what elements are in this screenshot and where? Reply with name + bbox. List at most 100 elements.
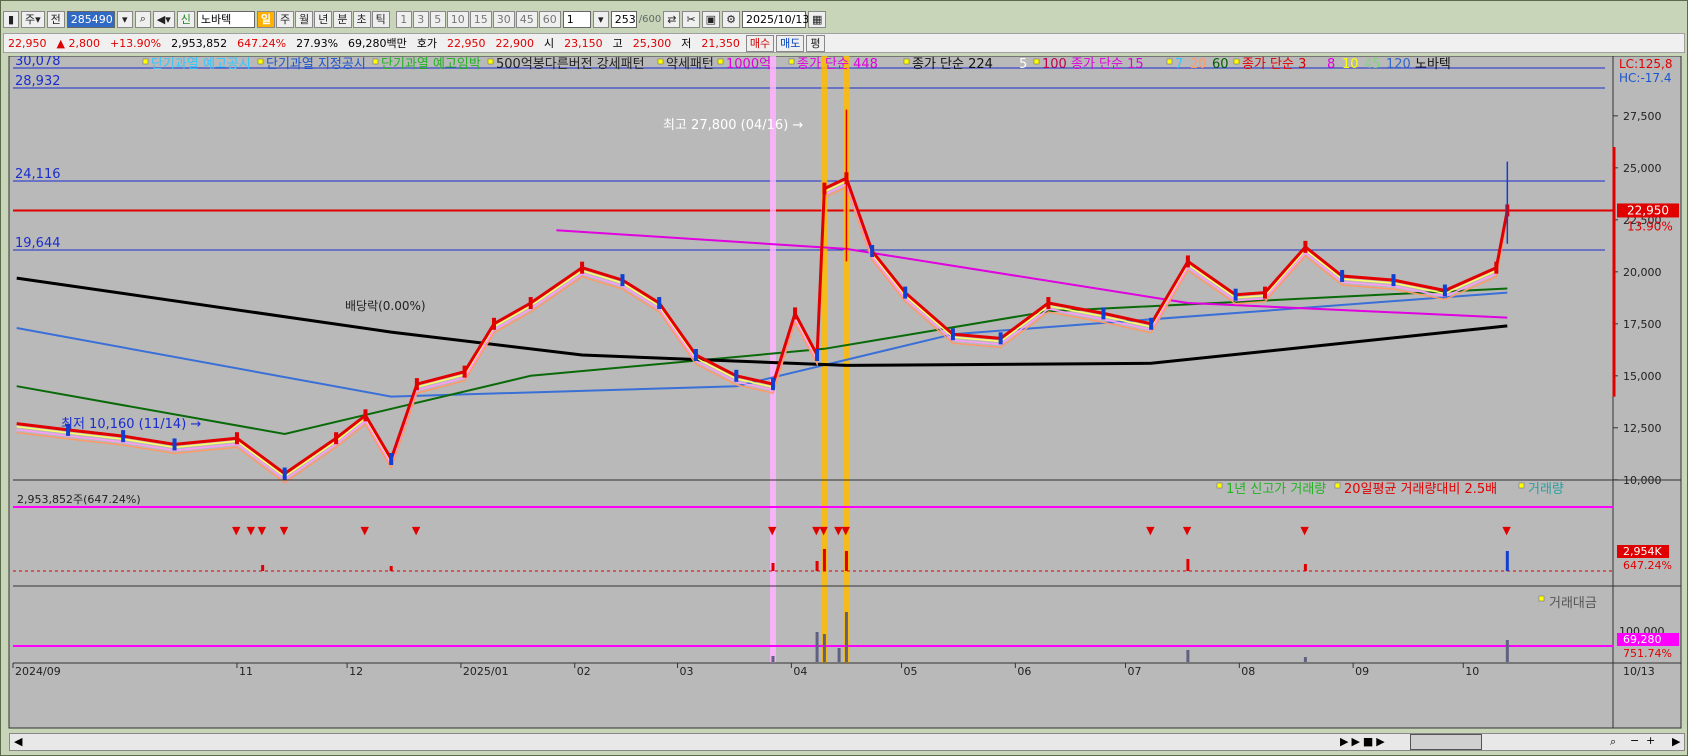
- price-tag-percent: 13.90%: [1627, 219, 1673, 233]
- high-label: 고: [612, 37, 623, 50]
- indicator-legend: 단기과열 예고공시 단기과열 지정공시 단기과열 예고임박 500억봉다른버전 강세패…: [142, 57, 1451, 72]
- calendar-icon[interactable]: ▦: [807, 10, 827, 28]
- market-select[interactable]: 주 ▾: [21, 10, 45, 28]
- open-price: 23,150: [564, 36, 603, 50]
- x-tick-label: 08: [1241, 665, 1255, 678]
- chart-scrollbar[interactable]: ◀ ▶▶■▶ ⌕ − + ▶: [9, 733, 1685, 751]
- minute-button-10[interactable]: 10: [446, 10, 469, 28]
- playback-controls-icon[interactable]: ▶▶■▶: [1340, 735, 1388, 748]
- zoom-slider[interactable]: [1410, 734, 1482, 750]
- amount-bar: [1186, 650, 1190, 662]
- chart-area[interactable]: 30,07828,93224,11619,644 10,00012,50015,…: [5, 56, 1685, 756]
- volume-legend-item: 거래량: [1528, 482, 1564, 497]
- x-tick-label: 10: [1465, 665, 1479, 678]
- minute-button-30[interactable]: 30: [492, 10, 515, 28]
- legend-item: 100: [1042, 57, 1067, 72]
- legend-marker: [1518, 482, 1525, 489]
- interval-dropdown-icon[interactable]: ▾: [592, 10, 609, 28]
- amount-bar: [771, 656, 775, 662]
- candle: [793, 307, 798, 320]
- legend-marker: [903, 58, 910, 65]
- legend-item: 10: [1342, 57, 1359, 72]
- volume-bar: [822, 549, 826, 571]
- minute-button-3[interactable]: 3: [412, 10, 429, 28]
- candle: [1442, 284, 1447, 297]
- signal-arrow: ▼: [841, 524, 850, 537]
- open-label: 시: [544, 37, 555, 50]
- stock-name-field[interactable]: 노바텍: [196, 10, 255, 28]
- candle: [462, 365, 467, 378]
- date-input[interactable]: 2025/10/13: [741, 10, 809, 28]
- candle: [580, 261, 585, 274]
- minute-button-5[interactable]: 5: [429, 10, 446, 28]
- legend-marker: [257, 58, 264, 65]
- amount-bar: [837, 648, 841, 662]
- period-button-월[interactable]: 월: [295, 10, 314, 28]
- volume-tag-percent: 647.24%: [1623, 559, 1672, 572]
- volume-bar: [815, 561, 819, 571]
- code-dropdown-icon[interactable]: ▾: [116, 10, 133, 28]
- amount-bar: [1303, 657, 1307, 662]
- speaker-icon[interactable]: ◀▾: [152, 10, 175, 28]
- period-button-분[interactable]: 분: [333, 10, 352, 28]
- candle: [657, 297, 662, 310]
- candle: [234, 432, 239, 445]
- candle: [693, 349, 698, 362]
- candle: [389, 453, 394, 466]
- signal-arrow: ▼: [1146, 524, 1155, 537]
- ask-price: 22,900: [495, 36, 535, 50]
- amount-bar: [1505, 640, 1509, 662]
- period-button-년[interactable]: 년: [314, 10, 333, 28]
- legend-item: 500억봉다른버전 강세패턴: [496, 57, 645, 72]
- flat-button[interactable]: 평: [806, 34, 825, 52]
- candle: [620, 274, 625, 287]
- minute-button-60[interactable]: 60: [538, 10, 561, 28]
- zoom-out-icon[interactable]: −: [1630, 734, 1639, 747]
- buy-button[interactable]: 매수: [745, 34, 775, 52]
- candle: [998, 332, 1003, 345]
- settings-icon[interactable]: ⚙: [722, 10, 740, 28]
- event-highlight-bar: [821, 56, 828, 663]
- period-button-일[interactable]: 일: [256, 10, 276, 28]
- compare-icon[interactable]: ⇄: [663, 10, 681, 28]
- legend-item: 단기과열 지정공시: [266, 57, 366, 72]
- zoom-icon[interactable]: ⌕: [1610, 735, 1616, 749]
- level-label: 30,078: [15, 56, 61, 69]
- candle: [282, 467, 287, 480]
- volume-bar: [389, 566, 393, 571]
- scroll-left-icon[interactable]: ◀: [14, 735, 22, 748]
- bar-count-input[interactable]: 253: [610, 10, 637, 28]
- bid-label: 호가: [416, 37, 438, 50]
- chart-menu-icon[interactable]: ▮: [3, 10, 19, 28]
- turnover-rate: 27.93%: [296, 36, 339, 50]
- interval-input[interactable]: 1: [562, 10, 591, 28]
- legend-marker: [1334, 482, 1341, 489]
- period-button-틱[interactable]: 틱: [371, 10, 390, 28]
- x-tick-label: 09: [1355, 665, 1369, 678]
- period-button-초[interactable]: 초: [352, 10, 371, 28]
- candle: [1494, 261, 1499, 274]
- search-icon[interactable]: ⌕: [134, 10, 151, 28]
- x-tick-label: 02: [577, 665, 591, 678]
- legend-item: 단기과열 예고임박: [381, 57, 481, 72]
- lc-label: LC:125,8: [1619, 57, 1672, 71]
- amount-bar: [815, 632, 819, 662]
- minute-button-15[interactable]: 15: [469, 10, 492, 28]
- candle: [734, 369, 739, 382]
- y-tick-label: 15,000: [1623, 370, 1662, 383]
- minute-button-45[interactable]: 45: [515, 10, 538, 28]
- period-button-주[interactable]: 주: [276, 10, 295, 28]
- zoom-in-icon[interactable]: +: [1646, 734, 1655, 747]
- legend-marker: [142, 58, 149, 65]
- tools-icon[interactable]: ✂: [682, 10, 700, 28]
- stock-code-input[interactable]: 285490: [66, 10, 115, 28]
- volume-bar: [844, 551, 848, 571]
- sell-button[interactable]: 매도: [776, 34, 805, 52]
- prev-button[interactable]: 전: [46, 10, 65, 28]
- candle: [903, 286, 908, 299]
- save-icon[interactable]: ▣: [701, 10, 721, 28]
- signal-arrow: ▼: [412, 524, 421, 537]
- minute-button-1[interactable]: 1: [395, 10, 412, 28]
- bar-total-label: /600: [638, 13, 662, 25]
- scroll-right-icon[interactable]: ▶: [1672, 735, 1680, 748]
